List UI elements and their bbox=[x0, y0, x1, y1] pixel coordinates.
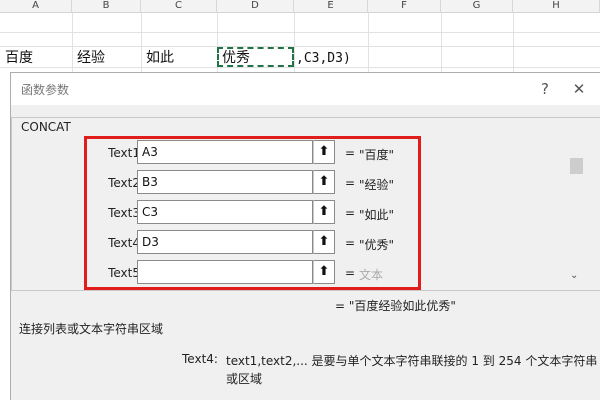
grid-line bbox=[513, 13, 514, 75]
grid-line bbox=[368, 13, 369, 75]
cell-d3-text: 优秀 bbox=[222, 50, 250, 66]
chevron-down-icon[interactable]: ⌄ bbox=[570, 270, 578, 281]
cell-b3[interactable]: 经验 bbox=[77, 49, 105, 67]
formula-result: = "百度经验如此优秀" bbox=[335, 299, 456, 313]
dialog-title: 函数参数 bbox=[21, 83, 70, 97]
help-button[interactable]: ? bbox=[533, 79, 557, 99]
column-header-f[interactable]: F bbox=[368, 0, 441, 13]
grid-row-2 bbox=[0, 33, 600, 47]
grid-line bbox=[72, 13, 73, 75]
column-header-h[interactable]: H bbox=[513, 0, 600, 13]
column-header-b[interactable]: B bbox=[72, 0, 141, 13]
function-arguments-dialog: 函数参数 ? ✕ CONCAT Text1 A3 ⬆ = "百度" Text2 … bbox=[10, 72, 600, 400]
cell-c3[interactable]: 如此 bbox=[146, 49, 174, 67]
param-name: Text4: bbox=[182, 352, 218, 366]
column-header-a[interactable]: A bbox=[0, 0, 72, 13]
param-description: text1,text2,... 是要与单个文本字符串联接的 1 到 254 个文… bbox=[226, 354, 598, 386]
scrollbar-thumb[interactable] bbox=[570, 158, 583, 174]
column-header-e[interactable]: E bbox=[294, 0, 368, 13]
excel-window: A B C D E F G H 百度 经验 如此 优秀 ,C3,D3) 函数参数… bbox=[0, 0, 600, 400]
close-button[interactable]: ✕ bbox=[567, 79, 591, 99]
column-header-d[interactable]: D bbox=[217, 0, 294, 13]
column-header-bar: A B C D E F G H bbox=[0, 0, 600, 13]
grid-line bbox=[441, 13, 442, 75]
grid-line bbox=[141, 13, 142, 75]
dialog-titlebar[interactable]: 函数参数 ? ✕ bbox=[11, 73, 600, 105]
function-description: 连接列表或文本字符串区域 bbox=[19, 322, 164, 336]
column-header-c[interactable]: C bbox=[141, 0, 217, 13]
cell-a3[interactable]: 百度 bbox=[5, 49, 33, 67]
selected-cell-d3[interactable]: 优秀 bbox=[217, 47, 294, 67]
args-scrollbar[interactable]: ⌄ bbox=[567, 152, 585, 286]
column-header-g[interactable]: G bbox=[441, 0, 513, 13]
grid-row-1 bbox=[0, 13, 600, 33]
function-name: CONCAT bbox=[21, 120, 71, 134]
highlight-box bbox=[84, 136, 421, 290]
formula-in-cell[interactable]: ,C3,D3) bbox=[296, 50, 351, 68]
grid-line bbox=[294, 13, 295, 75]
